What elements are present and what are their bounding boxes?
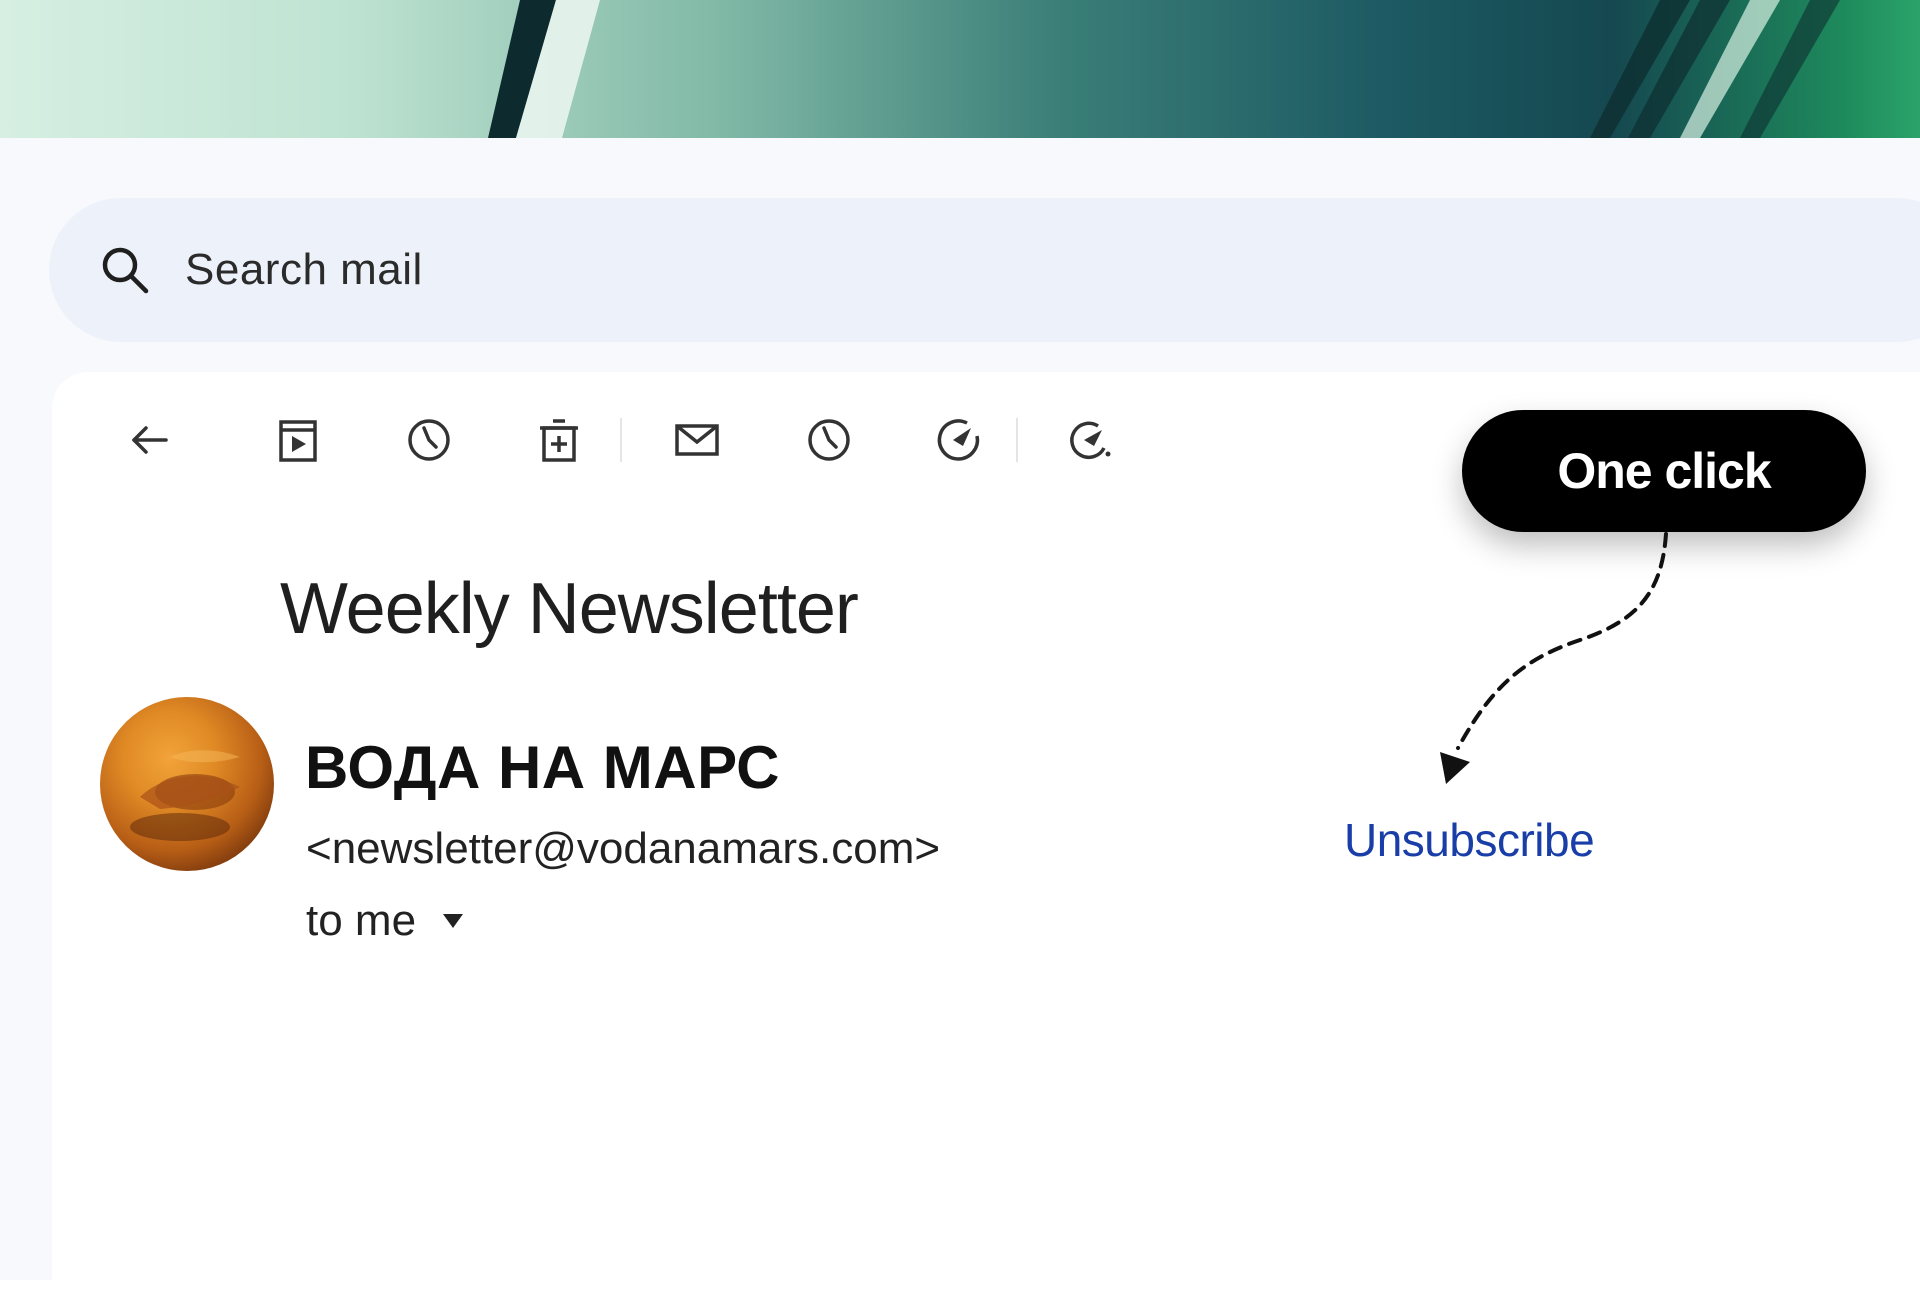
sender-name: ВОДА НА МАРС bbox=[305, 734, 780, 801]
back-button[interactable] bbox=[120, 412, 176, 468]
archive-button[interactable] bbox=[270, 412, 326, 468]
task-check-icon bbox=[937, 419, 980, 461]
callout-arrow bbox=[1440, 532, 1668, 784]
archive-icon bbox=[279, 420, 317, 462]
envelope-icon bbox=[675, 424, 719, 456]
search-icon[interactable] bbox=[99, 244, 151, 296]
arrow-left-icon bbox=[132, 426, 168, 454]
clock-icon bbox=[408, 419, 450, 461]
toolbar-divider bbox=[1016, 418, 1018, 462]
search-input[interactable]: Search mail bbox=[185, 242, 423, 298]
banner-graphic bbox=[488, 0, 1840, 138]
mark-unread-button[interactable] bbox=[669, 412, 725, 468]
clock-icon bbox=[808, 419, 850, 461]
caret-down-icon[interactable] bbox=[442, 913, 464, 929]
search-bar[interactable]: Search mail bbox=[49, 198, 1920, 342]
sender-avatar bbox=[100, 697, 274, 871]
task-add-icon bbox=[1070, 421, 1111, 459]
email-subject: Weekly Newsletter bbox=[280, 569, 859, 649]
recipient-label: to me bbox=[306, 896, 417, 945]
one-click-callout: One click bbox=[1462, 410, 1866, 532]
add-to-tasks-button[interactable] bbox=[931, 412, 987, 468]
toolbar-divider bbox=[620, 418, 622, 462]
trash-icon bbox=[540, 419, 578, 462]
sender-email: <newsletter@vodanamars.com> bbox=[306, 824, 941, 873]
delete-button[interactable] bbox=[531, 412, 587, 468]
recipient-line: to me bbox=[306, 894, 464, 948]
mars-planet-icon bbox=[130, 750, 240, 841]
more-actions-button[interactable] bbox=[1062, 412, 1118, 468]
header-banner bbox=[0, 0, 1920, 138]
unsubscribe-link[interactable]: Unsubscribe bbox=[1344, 812, 1595, 868]
snooze-alt-button[interactable] bbox=[801, 412, 857, 468]
snooze-button[interactable] bbox=[401, 412, 457, 468]
